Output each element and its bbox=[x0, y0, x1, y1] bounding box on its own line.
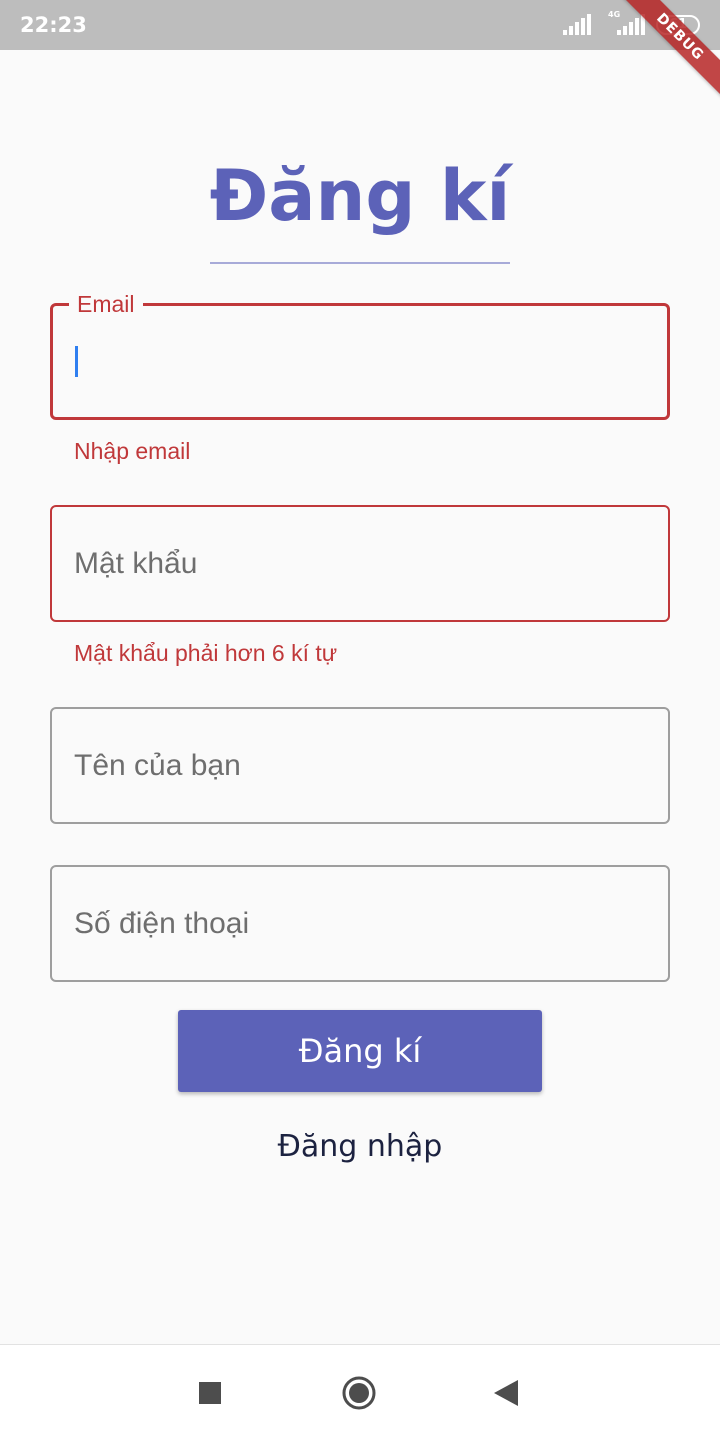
cell-signal-icon bbox=[563, 14, 591, 35]
recent-apps-icon[interactable] bbox=[199, 1382, 221, 1404]
name-input[interactable] bbox=[74, 709, 644, 822]
system-nav-bar bbox=[0, 1344, 720, 1441]
home-icon[interactable] bbox=[342, 1376, 376, 1410]
phone-field[interactable] bbox=[50, 865, 670, 982]
password-error-text: Mật khẩu phải hơn 6 kí tự bbox=[74, 640, 338, 666]
status-bar: 22:23 4G 61 bbox=[0, 0, 720, 50]
email-input[interactable] bbox=[75, 306, 645, 419]
title-underline bbox=[210, 262, 510, 264]
back-icon[interactable] bbox=[494, 1380, 518, 1406]
email-error-text: Nhập email bbox=[74, 438, 191, 464]
password-field[interactable] bbox=[50, 505, 670, 622]
password-input[interactable] bbox=[74, 507, 644, 620]
status-time: 22:23 bbox=[20, 13, 87, 37]
register-button[interactable]: Đăng kí bbox=[178, 1010, 542, 1092]
login-link[interactable]: Đăng nhập bbox=[0, 1126, 720, 1168]
phone-input[interactable] bbox=[74, 867, 644, 980]
page-title: Đăng kí bbox=[209, 155, 511, 237]
name-field[interactable] bbox=[50, 707, 670, 824]
email-field[interactable]: Email bbox=[50, 291, 670, 420]
